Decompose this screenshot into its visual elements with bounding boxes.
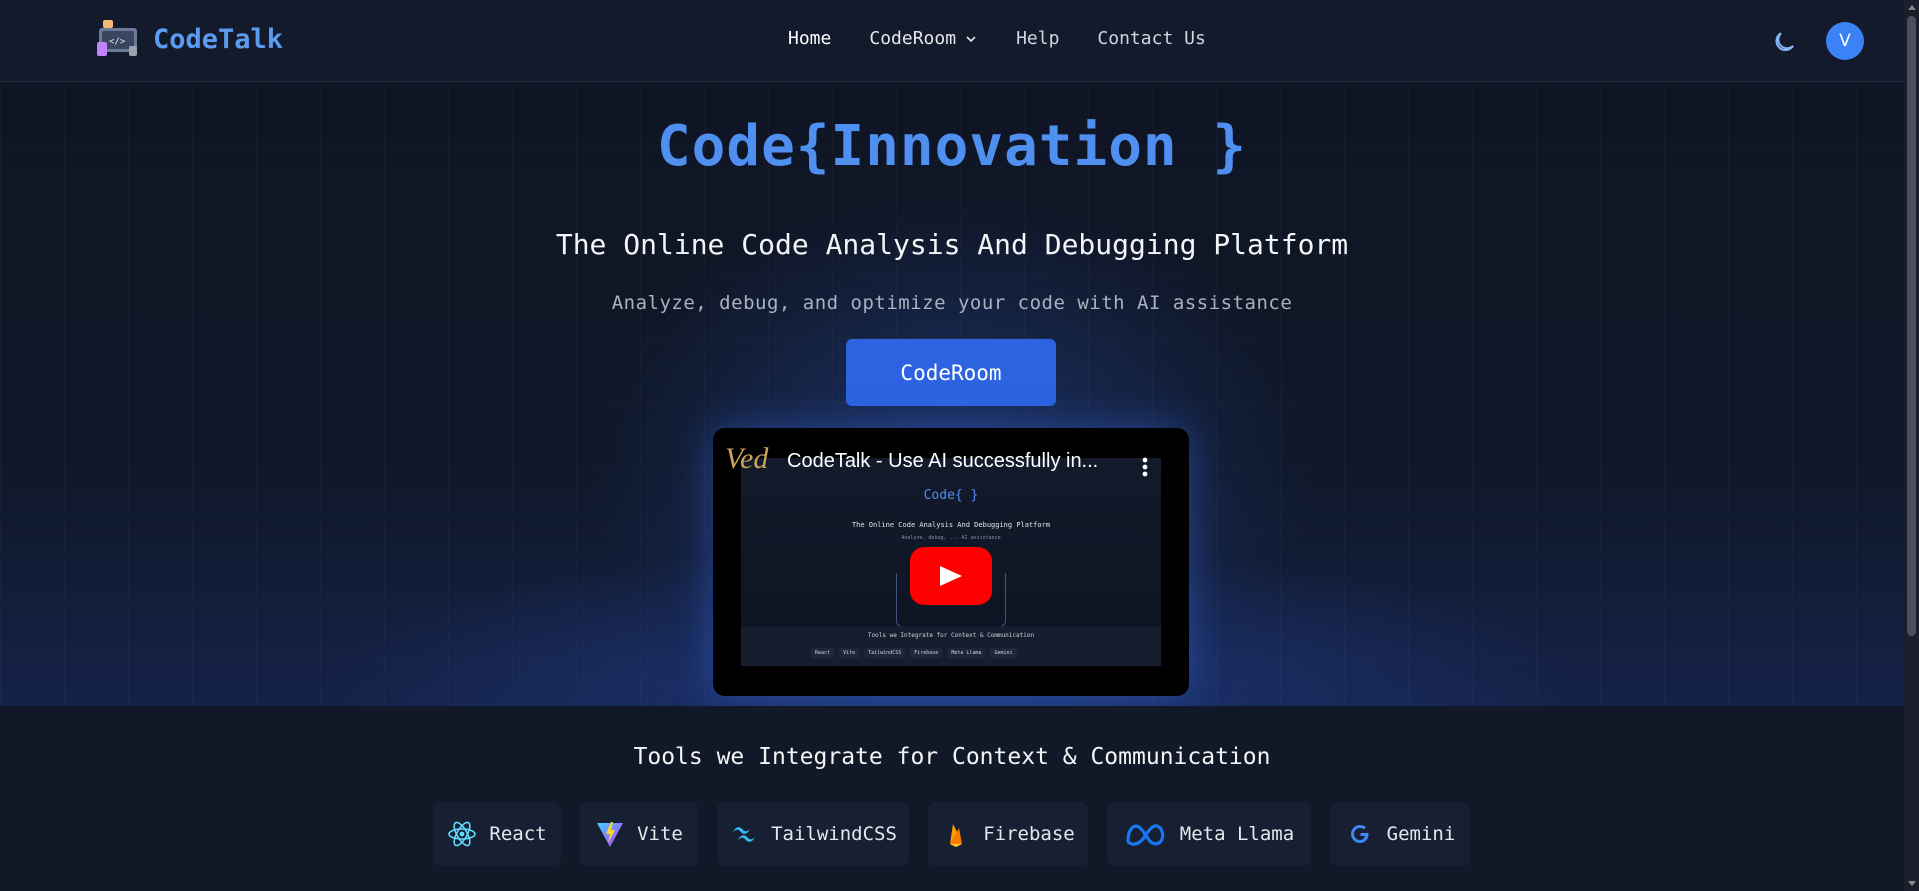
tool-card-gemini: Gemini <box>1330 802 1470 866</box>
react-icon <box>447 819 477 849</box>
firebase-icon <box>941 819 971 849</box>
chevron-down-icon <box>966 35 976 42</box>
scroll-up-arrow-icon[interactable] <box>1908 5 1916 10</box>
tailwind-icon <box>729 819 759 849</box>
channel-logo[interactable]: Ved <box>725 442 777 486</box>
preview-tool: Meta Llama <box>947 648 986 658</box>
hero-section: Code{Innovation } The Online Code Analys… <box>0 82 1904 706</box>
video-thumbnail: Code{ } The Online Code Analysis And Deb… <box>741 458 1161 666</box>
tool-card-vite: Vite <box>580 802 698 866</box>
main-menu: Home CodeRoom Help Contact Us <box>788 28 1244 49</box>
preview-description: Analyze, debug, ... AI assistance <box>901 535 1001 541</box>
nav-coderoom-dropdown[interactable]: CodeRoom <box>869 28 978 49</box>
preview-tool: Firebase <box>910 648 943 658</box>
preview-tool: Gemini <box>990 648 1017 658</box>
user-avatar[interactable]: V <box>1826 22 1864 60</box>
youtube-video-embed[interactable]: Code{ } The Online Code Analysis And Deb… <box>713 428 1189 696</box>
video-title[interactable]: CodeTalk - Use AI successfully in... <box>787 450 1127 473</box>
nav-contact-label: Contact Us <box>1097 28 1206 49</box>
nav-contact[interactable]: Contact Us <box>1097 28 1205 49</box>
hero-title: Code{Innovation } <box>656 114 1248 179</box>
svg-text:</>: </> <box>109 37 126 47</box>
nav-help-label: Help <box>1016 28 1060 49</box>
preview-tool: React <box>811 648 835 658</box>
codetalk-logo-icon: </> <box>97 18 141 60</box>
vite-icon <box>595 819 625 849</box>
hero-subtitle: The Online Code Analysis And Debugging P… <box>555 228 1349 261</box>
tool-label-meta-llama: Meta Llama <box>1179 823 1295 845</box>
tool-card-tailwind: TailwindCSS <box>717 802 909 866</box>
coderoom-button[interactable]: CodeRoom <box>846 339 1056 406</box>
youtube-play-button[interactable] <box>910 547 992 605</box>
tool-label-gemini: Gemini <box>1386 823 1456 845</box>
preview-tools-list: React Vite TailwindCSS Firebase Meta Lla… <box>811 648 1022 658</box>
more-options-icon[interactable] <box>1141 456 1149 478</box>
tool-label-firebase: Firebase <box>983 823 1075 845</box>
tool-label-vite: Vite <box>637 823 683 845</box>
preview-tools-title: Tools we Integrate for Context & Communi… <box>867 632 1035 639</box>
hero-description: Analyze, debug, and optimize your code w… <box>611 292 1293 314</box>
moon-icon <box>1775 32 1794 52</box>
scroll-down-arrow-icon[interactable] <box>1908 881 1916 886</box>
preview-tool: TailwindCSS <box>864 648 906 658</box>
preview-title: Code{ } <box>923 488 979 503</box>
brand-name: CodeTalk <box>153 23 284 55</box>
page-scrollbar[interactable] <box>1904 0 1919 891</box>
meta-icon <box>1124 819 1168 849</box>
tools-section: Tools we Integrate for Context & Communi… <box>0 706 1904 891</box>
tools-title: Tools we Integrate for Context & Communi… <box>633 744 1271 770</box>
tool-label-tailwind: TailwindCSS <box>771 823 897 845</box>
nav-help[interactable]: Help <box>1016 28 1059 49</box>
preview-subtitle: The Online Code Analysis And Debugging P… <box>851 521 1051 529</box>
tool-card-meta-llama: Meta Llama <box>1107 802 1311 866</box>
tool-card-react: React <box>433 802 561 866</box>
theme-toggle-button[interactable] <box>1771 26 1801 56</box>
scroll-thumb[interactable] <box>1907 16 1916 636</box>
nav-coderoom-label: CodeRoom <box>869 28 957 49</box>
tool-label-react: React <box>489 823 547 845</box>
top-navbar: </> CodeTalk Home CodeRoom Help Contact … <box>0 0 1904 82</box>
preview-tool: Vite <box>839 648 860 658</box>
tool-card-firebase: Firebase <box>928 802 1088 866</box>
play-icon <box>940 566 962 586</box>
nav-home-label: Home <box>788 28 832 49</box>
brand[interactable]: </> CodeTalk <box>97 18 283 60</box>
google-icon <box>1345 819 1375 849</box>
nav-home[interactable]: Home <box>788 28 831 49</box>
